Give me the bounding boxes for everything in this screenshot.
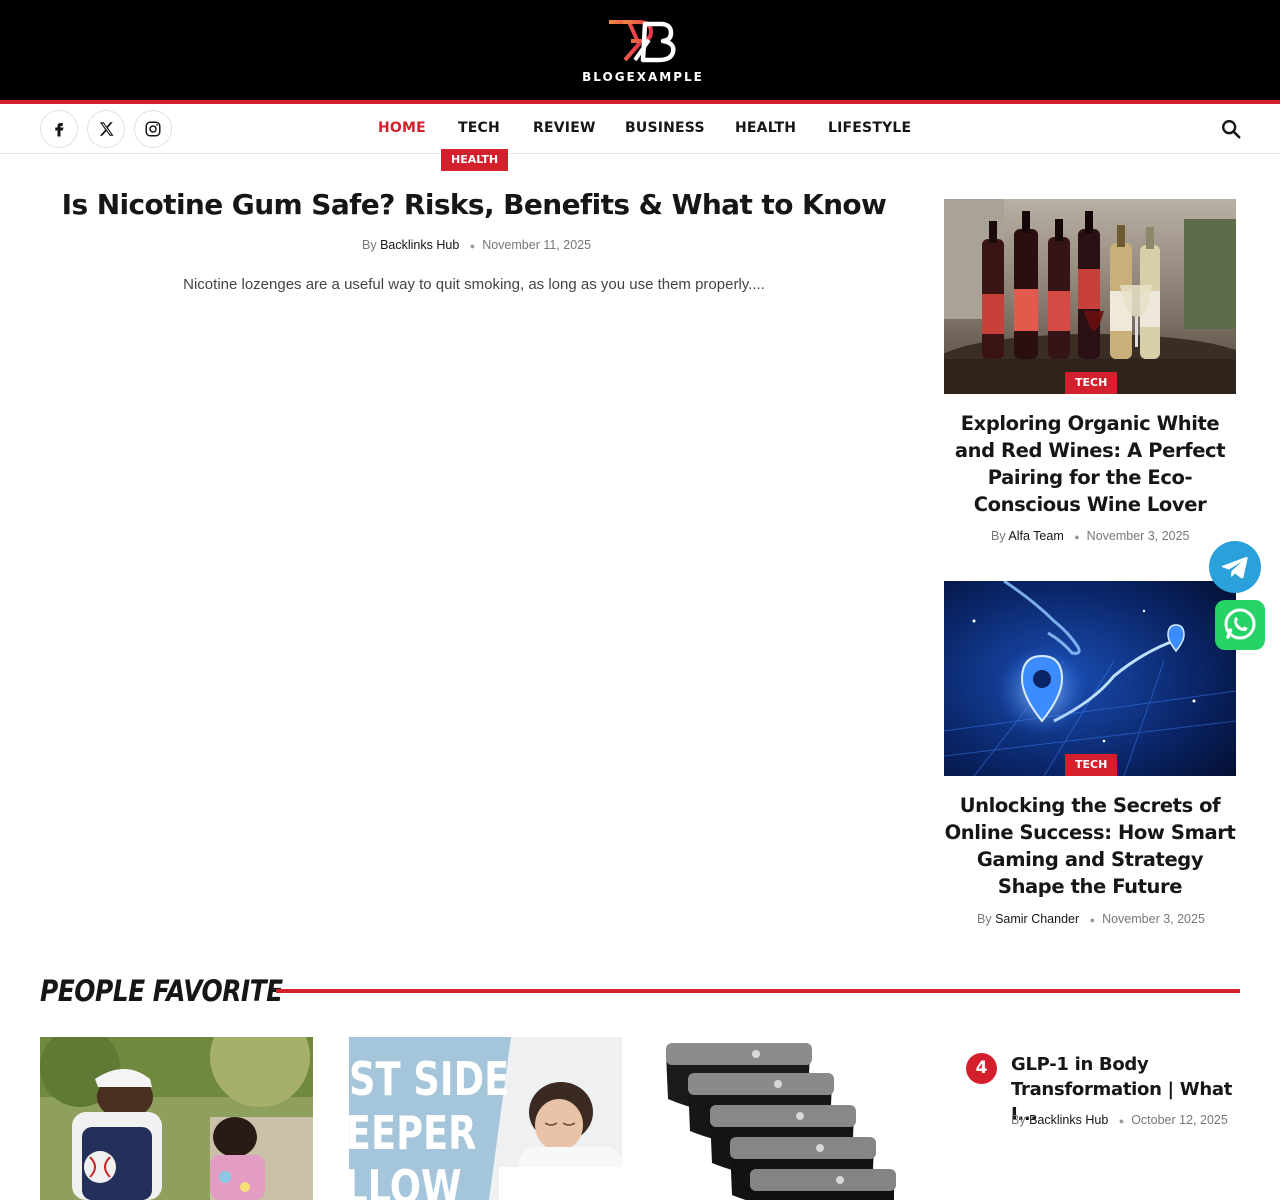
nav-review[interactable]: REVIEW (533, 120, 596, 136)
meta-by: By (362, 238, 377, 252)
section-heading-line (276, 989, 1240, 993)
pillow-text-line: ST SIDE (349, 1052, 509, 1106)
post-meta: By Backlinks Hub ● November 11, 2025 (362, 238, 591, 252)
wine-bottles-image (944, 199, 1236, 394)
post-author[interactable]: Backlinks Hub (380, 238, 459, 252)
nav-health[interactable]: HEALTH (735, 120, 796, 136)
nav-business[interactable]: BUSINESS (625, 120, 705, 136)
telegram-icon (1221, 556, 1248, 579)
side-sleeper-pillow-image: ST SIDE EEPER LLOW (349, 1037, 622, 1200)
favorite-list-author[interactable]: Backlinks Hub (1029, 1113, 1108, 1127)
boxer-briefs-image (658, 1037, 931, 1200)
meta-by: By (991, 529, 1006, 543)
side-post-title[interactable]: Exploring Organic White and Red Wines: A… (944, 410, 1236, 518)
favorite-post-thumbnail[interactable]: JMS (40, 1037, 313, 1200)
post-title[interactable]: Is Nicotine Gum Safe? Risks, Benefits & … (40, 188, 908, 221)
favorite-post-thumbnail[interactable]: ST SIDE EEPER LLOW (349, 1037, 622, 1200)
whatsapp-button[interactable] (1215, 600, 1265, 650)
side-post-thumbnail[interactable] (944, 199, 1236, 394)
nav-tech[interactable]: TECH (458, 120, 500, 136)
side-post-date: November 3, 2025 (1086, 529, 1190, 543)
logo-text: BLOGEXAMPLE (582, 70, 704, 84)
facebook-icon (55, 123, 64, 137)
telegram-button[interactable] (1209, 541, 1261, 593)
whatsapp-icon (1224, 608, 1256, 640)
side-post-author[interactable]: Alfa Team (1008, 529, 1063, 543)
digital-map-image (944, 581, 1236, 776)
section-heading: PEOPLE FAVORITE (40, 974, 283, 1008)
instagram-icon (145, 121, 161, 137)
side-post-category-badge[interactable]: TECH (1065, 372, 1118, 394)
category-badge[interactable]: HEALTH (441, 149, 509, 171)
kids-backpack-image: JMS (40, 1037, 313, 1200)
meta-by: By (1011, 1113, 1026, 1127)
facebook-link[interactable] (40, 110, 78, 148)
side-post-title[interactable]: Unlocking the Secrets of Online Success:… (944, 792, 1236, 900)
side-post-category-badge[interactable]: TECH (1065, 754, 1118, 776)
x-icon (99, 122, 114, 136)
meta-separator: ● (1118, 1116, 1125, 1126)
pillow-text-line: LLOW (349, 1160, 462, 1200)
meta-separator: ● (1089, 915, 1096, 925)
site-logo[interactable]: BLOGEXAMPLE (0, 0, 1280, 100)
side-post-meta: By Alfa Team ● November 3, 2025 (991, 529, 1190, 543)
favorite-list-date: October 12, 2025 (1131, 1113, 1228, 1127)
rank-badge: 4 (966, 1053, 997, 1084)
meta-separator: ● (1074, 532, 1080, 542)
side-post-meta: By Samir Chander ● November 3, 2025 (977, 912, 1205, 926)
nav-lifestyle[interactable]: LIFESTYLE (828, 120, 911, 136)
nav-home[interactable]: HOME (378, 120, 426, 136)
x-link[interactable] (87, 110, 125, 148)
favorite-post-thumbnail[interactable] (658, 1037, 931, 1200)
main-navigation: HOME TECH REVIEW BUSINESS HEALTH LIFESTY… (0, 104, 1280, 154)
meta-by: By (977, 912, 992, 926)
svg-text:JMS: JMS (100, 1135, 117, 1145)
side-post-author[interactable]: Samir Chander (995, 912, 1079, 926)
pillow-text-line: EEPER (349, 1106, 476, 1160)
side-post-thumbnail[interactable] (944, 581, 1236, 776)
logo-mark-icon (609, 20, 676, 63)
favorite-list-meta: By Backlinks Hub ● October 12, 2025 (1011, 1113, 1228, 1127)
site-header: BLOGEXAMPLE (0, 0, 1280, 100)
search-icon[interactable] (1220, 118, 1242, 140)
post-date: November 11, 2025 (482, 238, 592, 252)
side-post-date: November 3, 2025 (1102, 912, 1205, 926)
post-excerpt: Nicotine lozenges are a useful way to qu… (183, 276, 765, 293)
meta-separator: ● (469, 241, 476, 251)
instagram-link[interactable] (134, 110, 172, 148)
